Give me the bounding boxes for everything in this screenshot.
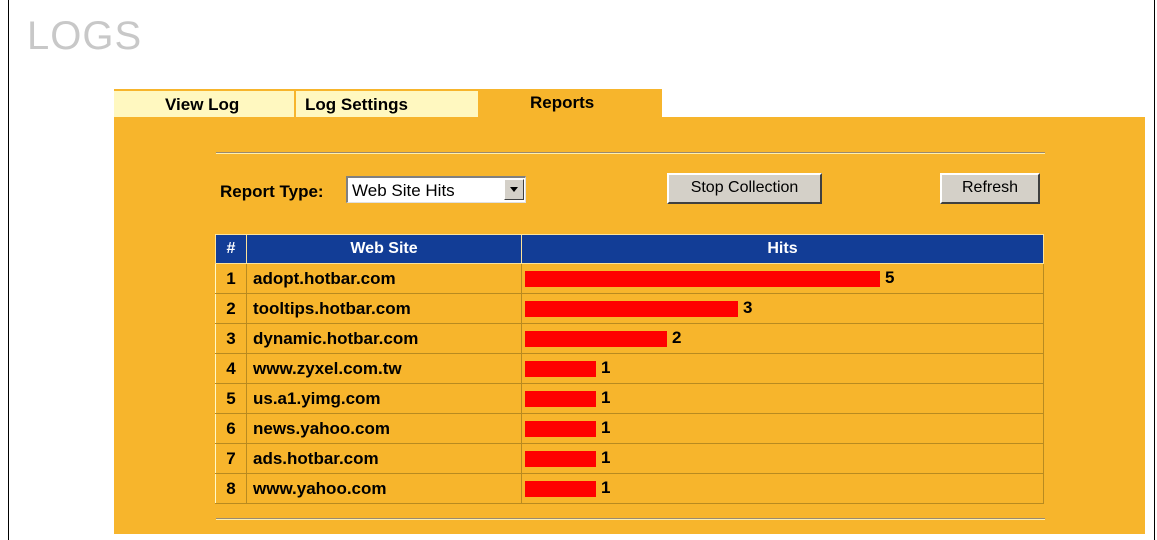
hits-bar [525, 301, 738, 317]
hits-value: 1 [601, 478, 611, 497]
header-number: # [215, 234, 247, 264]
chevron-down-icon [510, 187, 518, 192]
reports-panel: Report Type: Web Site Hits Stop Collecti… [114, 117, 1145, 534]
table-row: 8 www.yahoo.com 1 [215, 473, 1044, 504]
hits-value: 1 [601, 448, 611, 467]
row-web-site: dynamic.hotbar.com [246, 323, 522, 354]
stop-collection-button[interactable]: Stop Collection [667, 173, 822, 204]
report-table: # Web Site Hits 1 adopt.hotbar.com 5 2 toolt… [215, 234, 1044, 504]
hits-value: 5 [885, 268, 895, 287]
row-web-site: www.yahoo.com [246, 473, 522, 504]
row-number: 5 [215, 383, 247, 414]
row-web-site: us.a1.yimg.com [246, 383, 522, 414]
table-row: 2 tooltips.hotbar.com 3 [215, 293, 1044, 324]
row-web-site: www.zyxel.com.tw [246, 353, 522, 384]
row-web-site: news.yahoo.com [246, 413, 522, 444]
bottom-divider [216, 518, 1045, 520]
row-hits: 1 [521, 383, 1044, 414]
hits-bar [525, 451, 596, 467]
row-hits: 1 [521, 443, 1044, 474]
row-web-site: adopt.hotbar.com [246, 263, 522, 294]
row-number: 2 [215, 293, 247, 324]
header-hits: Hits [521, 234, 1044, 264]
row-number: 7 [215, 443, 247, 474]
row-number: 4 [215, 353, 247, 384]
hits-value: 1 [601, 388, 611, 407]
report-type-select[interactable]: Web Site Hits [346, 176, 526, 203]
hits-bar [525, 271, 880, 287]
row-hits: 3 [521, 293, 1044, 324]
row-hits: 2 [521, 323, 1044, 354]
table-row: 6 news.yahoo.com 1 [215, 413, 1044, 444]
table-row: 4 www.zyxel.com.tw 1 [215, 353, 1044, 384]
row-hits: 1 [521, 473, 1044, 504]
row-number: 3 [215, 323, 247, 354]
header-web-site: Web Site [246, 234, 522, 264]
tab-reports[interactable]: Reports [478, 89, 662, 119]
hits-bar [525, 391, 596, 407]
hits-bar [525, 361, 596, 377]
table-header-row: # Web Site Hits [215, 234, 1044, 264]
report-type-label: Report Type: [220, 182, 324, 201]
row-hits: 1 [521, 413, 1044, 444]
row-web-site: ads.hotbar.com [246, 443, 522, 474]
table-row: 5 us.a1.yimg.com 1 [215, 383, 1044, 414]
row-number: 1 [215, 263, 247, 294]
row-number: 8 [215, 473, 247, 504]
top-divider [216, 152, 1045, 154]
hits-value: 1 [601, 358, 611, 377]
hits-bar [525, 331, 667, 347]
hits-value: 1 [601, 418, 611, 437]
table-row: 3 dynamic.hotbar.com 2 [215, 323, 1044, 354]
page-title: LOGS [27, 14, 143, 58]
hits-bar [525, 481, 596, 497]
refresh-button[interactable]: Refresh [940, 173, 1040, 204]
hits-value: 3 [743, 298, 753, 317]
table-row: 7 ads.hotbar.com 1 [215, 443, 1044, 474]
row-hits: 5 [521, 263, 1044, 294]
row-number: 6 [215, 413, 247, 444]
hits-value: 2 [672, 328, 682, 347]
tab-view-log[interactable]: View Log [114, 89, 294, 117]
row-hits: 1 [521, 353, 1044, 384]
tab-log-settings[interactable]: Log Settings [294, 89, 478, 117]
tab-bar: View Log Log Settings Reports [114, 89, 662, 119]
dropdown-button[interactable] [504, 179, 524, 200]
report-type-value: Web Site Hits [352, 181, 455, 200]
row-web-site: tooltips.hotbar.com [246, 293, 522, 324]
table-row: 1 adopt.hotbar.com 5 [215, 263, 1044, 294]
hits-bar [525, 421, 596, 437]
